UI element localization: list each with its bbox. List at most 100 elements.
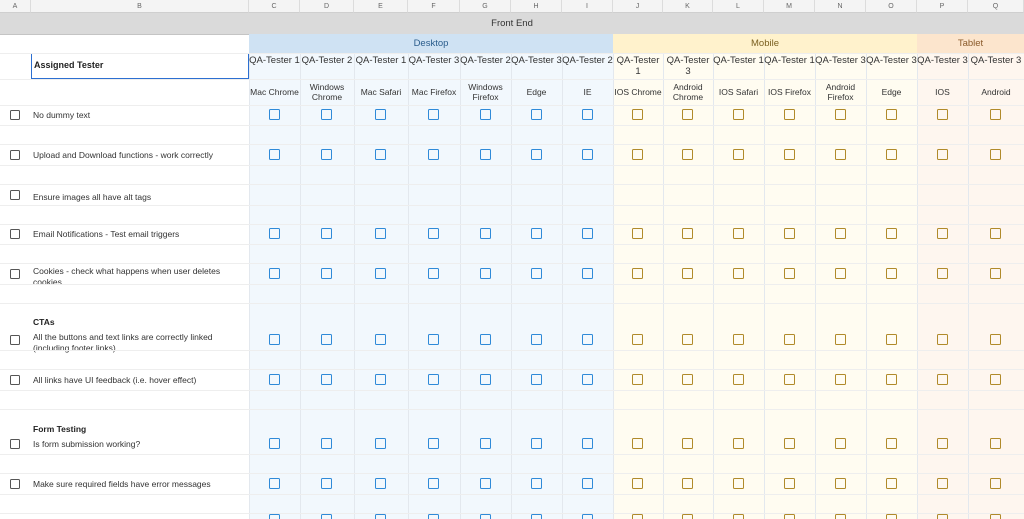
- test-checkbox[interactable]: [937, 374, 948, 385]
- test-checkbox[interactable]: [531, 149, 542, 160]
- test-checkbox[interactable]: [321, 109, 332, 120]
- test-checkbox[interactable]: [990, 478, 1001, 489]
- column-header-b[interactable]: B: [31, 0, 249, 13]
- test-checkbox[interactable]: [269, 514, 280, 519]
- test-checkbox[interactable]: [321, 438, 332, 449]
- test-checkbox[interactable]: [682, 268, 693, 279]
- assigned-tester-cell[interactable]: Assigned Tester: [31, 53, 249, 79]
- test-checkbox[interactable]: [784, 334, 795, 345]
- row-checkbox[interactable]: [10, 479, 20, 489]
- test-checkbox[interactable]: [480, 334, 491, 345]
- test-checkbox[interactable]: [990, 268, 1001, 279]
- test-checkbox[interactable]: [321, 374, 332, 385]
- test-checkbox[interactable]: [990, 514, 1001, 519]
- test-checkbox[interactable]: [886, 514, 897, 519]
- test-checkbox[interactable]: [733, 149, 744, 160]
- test-checkbox[interactable]: [531, 228, 542, 239]
- column-header-a[interactable]: A: [0, 0, 31, 13]
- test-checkbox[interactable]: [375, 374, 386, 385]
- test-checkbox[interactable]: [632, 478, 643, 489]
- test-checkbox[interactable]: [531, 438, 542, 449]
- column-header-i[interactable]: I: [562, 0, 613, 13]
- test-checkbox[interactable]: [480, 478, 491, 489]
- test-checkbox[interactable]: [835, 228, 846, 239]
- test-checkbox[interactable]: [632, 228, 643, 239]
- test-checkbox[interactable]: [835, 268, 846, 279]
- test-checkbox[interactable]: [428, 228, 439, 239]
- test-checkbox[interactable]: [480, 514, 491, 519]
- test-checkbox[interactable]: [733, 228, 744, 239]
- test-checkbox[interactable]: [632, 374, 643, 385]
- test-checkbox[interactable]: [990, 334, 1001, 345]
- test-checkbox[interactable]: [480, 109, 491, 120]
- test-checkbox[interactable]: [531, 514, 542, 519]
- test-checkbox[interactable]: [784, 438, 795, 449]
- test-checkbox[interactable]: [733, 514, 744, 519]
- test-checkbox[interactable]: [733, 438, 744, 449]
- test-checkbox[interactable]: [375, 228, 386, 239]
- column-header-m[interactable]: M: [764, 0, 815, 13]
- test-checkbox[interactable]: [682, 109, 693, 120]
- test-checkbox[interactable]: [375, 109, 386, 120]
- test-checkbox[interactable]: [269, 438, 280, 449]
- test-checkbox[interactable]: [321, 334, 332, 345]
- test-checkbox[interactable]: [321, 149, 332, 160]
- test-checkbox[interactable]: [990, 109, 1001, 120]
- test-checkbox[interactable]: [682, 478, 693, 489]
- test-checkbox[interactable]: [269, 228, 280, 239]
- test-checkbox[interactable]: [835, 478, 846, 489]
- row-checkbox[interactable]: [10, 110, 20, 120]
- test-checkbox[interactable]: [375, 478, 386, 489]
- column-header-l[interactable]: L: [713, 0, 764, 13]
- test-checkbox[interactable]: [269, 334, 280, 345]
- test-checkbox[interactable]: [835, 438, 846, 449]
- column-header-n[interactable]: N: [815, 0, 866, 13]
- test-checkbox[interactable]: [937, 478, 948, 489]
- test-checkbox[interactable]: [632, 514, 643, 519]
- column-header-d[interactable]: D: [300, 0, 354, 13]
- test-checkbox[interactable]: [937, 514, 948, 519]
- test-checkbox[interactable]: [428, 268, 439, 279]
- test-checkbox[interactable]: [269, 149, 280, 160]
- column-header-j[interactable]: J: [613, 0, 663, 13]
- row-checkbox[interactable]: [10, 150, 20, 160]
- test-checkbox[interactable]: [733, 268, 744, 279]
- test-checkbox[interactable]: [937, 228, 948, 239]
- test-checkbox[interactable]: [937, 268, 948, 279]
- test-checkbox[interactable]: [784, 514, 795, 519]
- test-checkbox[interactable]: [835, 109, 846, 120]
- column-header-f[interactable]: F: [408, 0, 460, 13]
- test-checkbox[interactable]: [375, 514, 386, 519]
- test-checkbox[interactable]: [886, 149, 897, 160]
- test-checkbox[interactable]: [582, 334, 593, 345]
- test-checkbox[interactable]: [480, 228, 491, 239]
- test-checkbox[interactable]: [835, 334, 846, 345]
- column-header-q[interactable]: Q: [968, 0, 1024, 13]
- test-checkbox[interactable]: [632, 149, 643, 160]
- test-checkbox[interactable]: [582, 109, 593, 120]
- row-checkbox[interactable]: [10, 269, 20, 279]
- test-checkbox[interactable]: [321, 514, 332, 519]
- test-checkbox[interactable]: [375, 334, 386, 345]
- test-checkbox[interactable]: [531, 109, 542, 120]
- test-checkbox[interactable]: [582, 374, 593, 385]
- test-checkbox[interactable]: [531, 334, 542, 345]
- test-checkbox[interactable]: [375, 438, 386, 449]
- test-checkbox[interactable]: [784, 374, 795, 385]
- test-checkbox[interactable]: [321, 478, 332, 489]
- test-checkbox[interactable]: [733, 334, 744, 345]
- test-checkbox[interactable]: [682, 374, 693, 385]
- test-checkbox[interactable]: [531, 374, 542, 385]
- test-checkbox[interactable]: [937, 334, 948, 345]
- column-header-e[interactable]: E: [354, 0, 408, 13]
- test-checkbox[interactable]: [937, 109, 948, 120]
- test-checkbox[interactable]: [682, 438, 693, 449]
- test-checkbox[interactable]: [632, 334, 643, 345]
- test-checkbox[interactable]: [784, 268, 795, 279]
- test-checkbox[interactable]: [480, 374, 491, 385]
- test-checkbox[interactable]: [321, 228, 332, 239]
- test-checkbox[interactable]: [784, 109, 795, 120]
- row-checkbox[interactable]: [10, 190, 20, 200]
- test-checkbox[interactable]: [682, 149, 693, 160]
- test-checkbox[interactable]: [886, 334, 897, 345]
